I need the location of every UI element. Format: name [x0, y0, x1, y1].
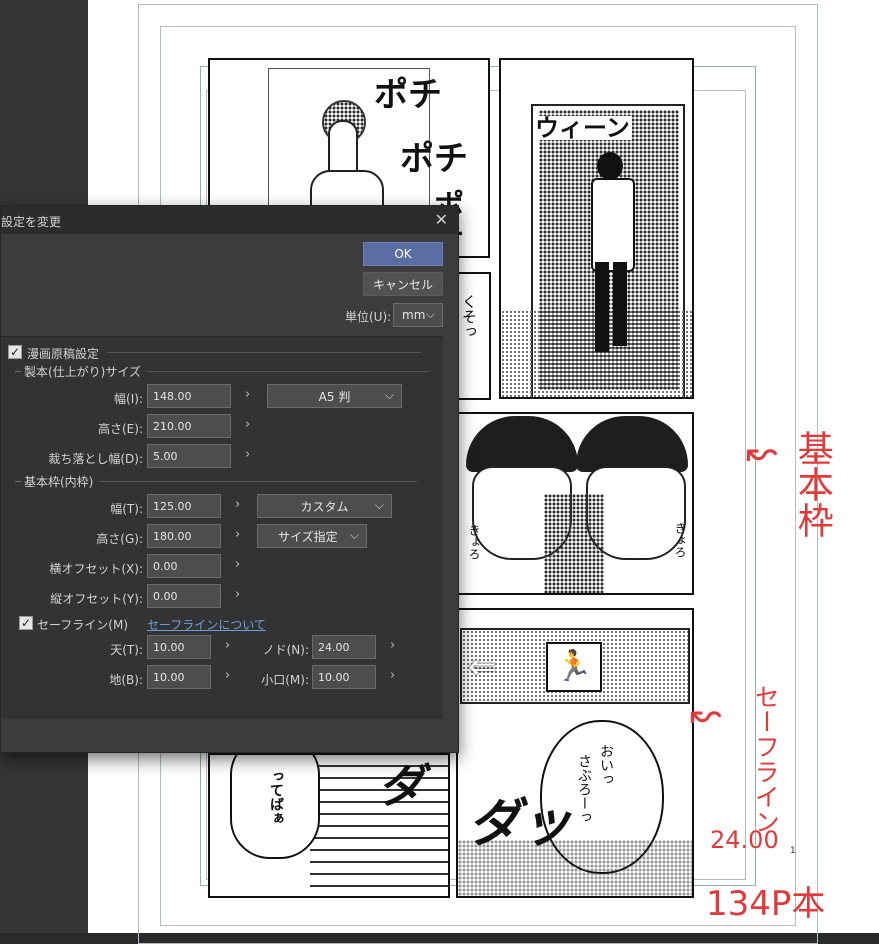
safeline-label: セーフライン(M)	[37, 618, 128, 632]
voffset-arrow-icon[interactable]: ›	[235, 587, 240, 602]
size-preset-dropdown[interactable]: A5 判 ⌵	[267, 384, 402, 408]
top-field[interactable]: 10.00	[147, 635, 211, 659]
sfx-da: ダ	[378, 759, 424, 813]
dialog-titlebar[interactable]: 設定を変更 ✕	[1, 206, 458, 234]
frame-height-label: 高さ(G):	[96, 532, 143, 546]
gutter-arrow-icon[interactable]: ›	[390, 638, 395, 653]
chevron-down-icon: ⌵	[374, 498, 384, 512]
panel-door: ウィーン	[499, 58, 694, 399]
hoffset-field[interactable]: 0.00	[147, 554, 221, 578]
sfx-kyoro-left: きょろ	[467, 524, 481, 560]
manga-settings-checkbox[interactable]: ✓	[8, 345, 22, 359]
panel-stairs: ってばぁ ダ	[208, 753, 450, 898]
annotation-value: 24.00	[710, 826, 779, 854]
width-arrow-icon[interactable]: ›	[245, 387, 250, 402]
frame-preset-dropdown[interactable]: カスタム ⌵	[257, 494, 392, 518]
center-shadow	[544, 494, 604, 593]
panel-two-boys: きょろ きょろ	[456, 412, 694, 595]
bleed-label: 裁ち落とし幅(D):	[48, 452, 143, 466]
height-arrow-icon[interactable]: ›	[245, 417, 250, 432]
sfx-kyoro-right: きょろ	[673, 522, 687, 558]
dialog-title: 設定を変更	[1, 215, 62, 229]
bubble-text-left: ってばぁ	[268, 769, 284, 825]
annotation-basic-frame: 基本枠	[791, 430, 833, 538]
frame-height-arrow-icon[interactable]: ›	[235, 527, 240, 542]
chevron-down-icon: ⌵	[349, 528, 359, 542]
bottom-field[interactable]: 10.00	[147, 665, 211, 689]
annotation-safeline: セーフライン	[751, 684, 781, 834]
frame-preset-value: カスタム	[300, 499, 349, 514]
cap-left	[466, 416, 578, 472]
cap-right	[576, 416, 688, 472]
unit-dropdown[interactable]: mm ⌵	[393, 303, 443, 327]
hoffset-label: 横オフセット(X):	[49, 562, 143, 576]
panel-small-text: くそっ	[455, 272, 491, 400]
bottom-arrow-icon[interactable]: ›	[225, 668, 230, 683]
height-label: 高さ(E):	[98, 422, 143, 436]
fore-edge-label: 小口(M):	[261, 673, 309, 687]
basic-frame-section: 基本枠(内枠)	[15, 473, 418, 490]
annotation-arrow-safeline: ↜	[690, 692, 722, 736]
hoffset-arrow-icon[interactable]: ›	[235, 557, 240, 572]
unit-value: mm	[402, 308, 426, 322]
sfx-pochi-2: ポチ	[400, 139, 468, 179]
bound-size-section: 製本(仕上がり)サイズ	[15, 363, 430, 380]
bleed-field[interactable]: 5.00	[147, 444, 231, 468]
chevron-down-icon: ⌵	[384, 388, 394, 402]
manga-settings-rule	[107, 352, 421, 353]
voffset-field[interactable]: 0.00	[147, 584, 221, 608]
frame-width-arrow-icon[interactable]: ›	[235, 497, 240, 512]
annotation-pages: 134P本	[706, 884, 826, 924]
frame-width-label: 幅(T):	[110, 502, 143, 516]
bottom-label: 地(B):	[109, 673, 143, 687]
exit-arrow-icon: ⇐	[468, 647, 497, 687]
frame-mode-dropdown[interactable]: サイズ指定 ⌵	[257, 524, 367, 548]
annotation-arrow-basic-frame: ↜	[746, 430, 778, 474]
unit-label: 単位(U):	[345, 310, 392, 324]
size-preset-value: A5 判	[318, 389, 351, 404]
sfx-kuso: くそっ	[460, 294, 478, 339]
bubble-line-2: さぶろーっ	[576, 754, 592, 824]
safeline-help-link[interactable]: セーフラインについて	[147, 616, 266, 633]
close-icon[interactable]: ✕	[435, 210, 448, 229]
change-settings-dialog[interactable]: 設定を変更 ✕ OK キャンセル 単位(U): mm ⌵ ✓ 漫画原稿設定 製本…	[0, 205, 459, 753]
character-standing	[589, 152, 635, 352]
frame-mode-value: サイズ指定	[278, 529, 338, 544]
chevron-down-icon: ⌵	[425, 307, 435, 321]
cancel-button[interactable]: キャンセル	[363, 272, 443, 296]
frame-height-field[interactable]: 180.00	[147, 524, 221, 548]
bleed-arrow-icon[interactable]: ›	[245, 447, 250, 462]
fore-edge-arrow-icon[interactable]: ›	[390, 668, 395, 683]
page-number: 1	[790, 846, 796, 856]
fore-edge-field[interactable]: 10.00	[312, 665, 376, 689]
running-man-icon: 🏃	[546, 642, 602, 692]
top-arrow-icon[interactable]: ›	[225, 638, 230, 653]
sfx-dattsu: ダッ	[468, 794, 573, 854]
sfx-door-open: ウィーン	[533, 114, 632, 142]
height-field[interactable]: 210.00	[147, 414, 231, 438]
gutter-label: ノド(N):	[262, 643, 309, 657]
sfx-pochi-1: ポチ	[374, 75, 442, 115]
width-label: 幅(I):	[114, 392, 143, 406]
settings-panel: ✓ 漫画原稿設定 製本(仕上がり)サイズ 幅(I): 148.00 › A5 判…	[1, 336, 443, 719]
bubble-line-1: おいっ	[598, 744, 614, 786]
width-field[interactable]: 148.00	[147, 384, 231, 408]
frame-width-field[interactable]: 125.00	[147, 494, 221, 518]
panel-exit-sign: ⇐ 🏃 おいっ さぶろーっ ダッ	[456, 608, 694, 898]
safeline-checkbox[interactable]: ✓	[19, 616, 33, 630]
ok-button[interactable]: OK	[363, 242, 443, 266]
manga-settings-label: 漫画原稿設定	[27, 347, 100, 361]
voffset-label: 縦オフセット(Y):	[50, 592, 143, 606]
top-label: 天(T):	[110, 643, 143, 657]
gutter-field[interactable]: 24.00	[312, 635, 376, 659]
